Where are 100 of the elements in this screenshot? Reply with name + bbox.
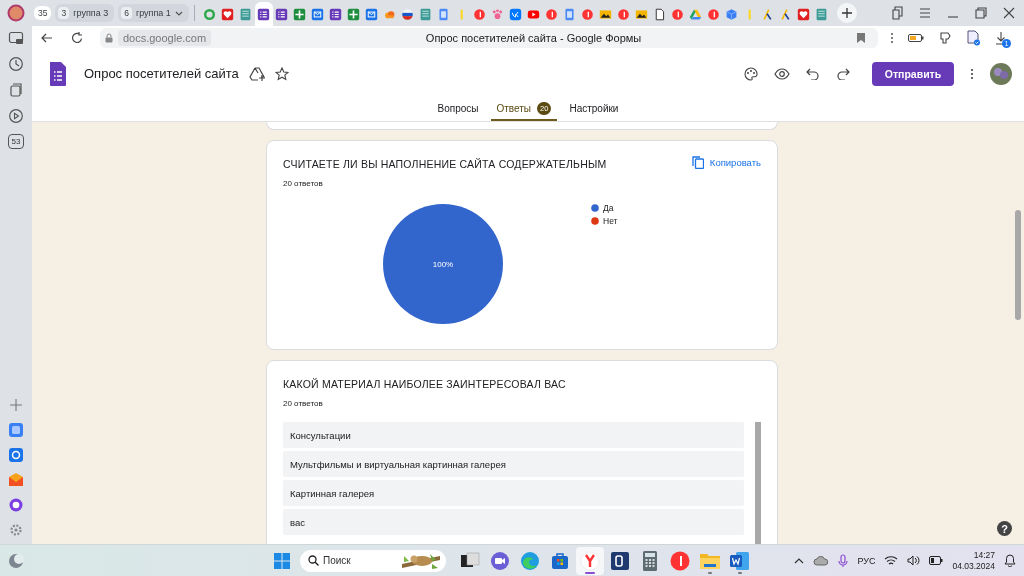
clock[interactable]: 14:27 04.03.2024 (952, 549, 995, 572)
close-icon[interactable] (1002, 6, 1016, 20)
round-logo-icon (473, 7, 487, 21)
envelope-icon (311, 7, 325, 21)
book-icon (239, 7, 253, 21)
battery-icon[interactable] (929, 556, 944, 565)
question-title: СЧИТАЕТЕ ЛИ ВЫ НАПОЛНЕНИЕ САЙТА СОДЕРЖАТЕЛЬНЫМ (283, 157, 607, 170)
start-icon[interactable] (274, 552, 290, 569)
heart-icon (221, 7, 235, 21)
back-icon[interactable] (40, 31, 54, 45)
cube-icon (725, 7, 739, 21)
mail-app-icon[interactable] (8, 447, 24, 463)
account-avatar[interactable] (990, 62, 1012, 85)
microphone-icon[interactable] (838, 553, 849, 568)
document-app-icon (729, 549, 751, 572)
tab-count: 6 (121, 7, 132, 19)
table-icon (347, 7, 361, 21)
envelope-icon[interactable] (8, 472, 24, 488)
round-logo-icon (545, 7, 559, 21)
url-text: docs.google.com (117, 30, 212, 46)
chat-icon (489, 549, 511, 572)
slice-label: 100% (432, 260, 454, 269)
copy-button[interactable]: Копировать (691, 156, 761, 169)
assistant-icon[interactable] (8, 497, 24, 513)
list-icon (257, 7, 271, 21)
document-icon (563, 7, 577, 21)
redo-icon[interactable] (836, 67, 850, 80)
square-logo-icon (509, 7, 523, 21)
address-bar[interactable]: docs.google.com Опрос посетителей сайта - Google Формы (99, 28, 878, 48)
tab-group[interactable]: 3 группа 3 (55, 4, 115, 22)
browser-icon (579, 549, 601, 572)
triangle-icon (689, 7, 703, 21)
speaker-icon[interactable] (907, 555, 921, 566)
preview-eye-icon[interactable] (774, 67, 790, 80)
scrollbar-thumb[interactable] (1015, 210, 1021, 320)
add-to-drive-icon[interactable] (248, 66, 265, 81)
page-icon (653, 7, 667, 21)
palette-icon[interactable] (744, 66, 758, 81)
tab-count: 3 (58, 7, 70, 19)
paw-icon (491, 7, 505, 21)
menu-icon[interactable] (918, 6, 932, 20)
language-indicator[interactable]: РУС (857, 555, 876, 566)
plus-icon (841, 8, 852, 18)
edge-icon (519, 549, 541, 572)
star-icon[interactable] (274, 66, 289, 81)
chevron-down-icon (174, 9, 183, 17)
cloud-icon[interactable] (813, 555, 830, 566)
answer-row: вас (283, 509, 744, 535)
round-logo-icon (581, 7, 595, 21)
clock-icon[interactable] (8, 56, 24, 72)
search-field[interactable]: Поиск (300, 549, 446, 572)
play-circle-icon[interactable] (8, 108, 24, 124)
lock-icon (103, 33, 114, 43)
restore-icon[interactable] (974, 6, 988, 20)
browser-tab[interactable] (254, 2, 273, 26)
image-icon (599, 7, 613, 21)
legend-label: Нет (603, 216, 618, 226)
document-icon (437, 7, 451, 21)
wifi-icon[interactable] (884, 555, 899, 566)
answer-row: Мультфильмы и виртуальная картинная галерея (283, 451, 744, 477)
response-count: 20 ответов (283, 399, 324, 408)
screen-capture-icon[interactable] (8, 30, 24, 46)
round-logo-icon (707, 7, 721, 21)
collections-icon[interactable] (8, 82, 24, 98)
chevron-up-icon[interactable] (794, 556, 805, 565)
counter-badge[interactable]: 53 (8, 134, 24, 149)
forms-logo-icon[interactable] (48, 60, 68, 87)
reload-icon[interactable] (69, 31, 84, 45)
document-check-icon[interactable] (966, 30, 980, 46)
play-icon (527, 7, 541, 21)
help-button[interactable]: ? (997, 521, 1012, 536)
flag-icon (401, 7, 415, 21)
battery-extension-icon[interactable] (908, 33, 924, 43)
undo-icon[interactable] (806, 67, 820, 80)
tab-group[interactable]: 6 группа 1 (118, 4, 189, 22)
question-title: КАКОЙ МАТЕРИАЛ НАИБОЛЕЕ ЗАИНТЕРЕСОВАЛ ВАС (283, 377, 566, 390)
bookmark-icon[interactable] (856, 32, 866, 44)
form-tab[interactable]: Вопросы (431, 97, 485, 121)
more-icon[interactable] (970, 67, 974, 80)
widgets-icon[interactable] (8, 552, 24, 569)
cube-icon[interactable] (8, 422, 24, 438)
book-icon (815, 7, 829, 21)
settings-icon[interactable] (8, 522, 24, 538)
form-title[interactable]: Опрос посетителей сайта (84, 66, 239, 81)
form-tab[interactable]: Настройки (563, 97, 625, 121)
round-logo-icon (671, 7, 685, 21)
notification-bell-icon[interactable] (1004, 554, 1016, 567)
profile-avatar[interactable] (7, 4, 25, 22)
list-icon (329, 7, 343, 21)
send-button[interactable]: Отправить (872, 61, 954, 86)
time-text: 14:27 (973, 549, 995, 561)
date-text: 04.03.2024 (952, 560, 995, 572)
envelope-icon (365, 7, 379, 21)
search-icon (308, 555, 319, 566)
extension-icon[interactable] (938, 31, 952, 45)
legend-label: Да (603, 203, 614, 213)
more-icon[interactable] (890, 32, 894, 44)
tabs-icon[interactable] (890, 6, 904, 20)
new-tab-button[interactable] (836, 3, 857, 23)
tab-counter[interactable]: 35 (34, 6, 52, 20)
